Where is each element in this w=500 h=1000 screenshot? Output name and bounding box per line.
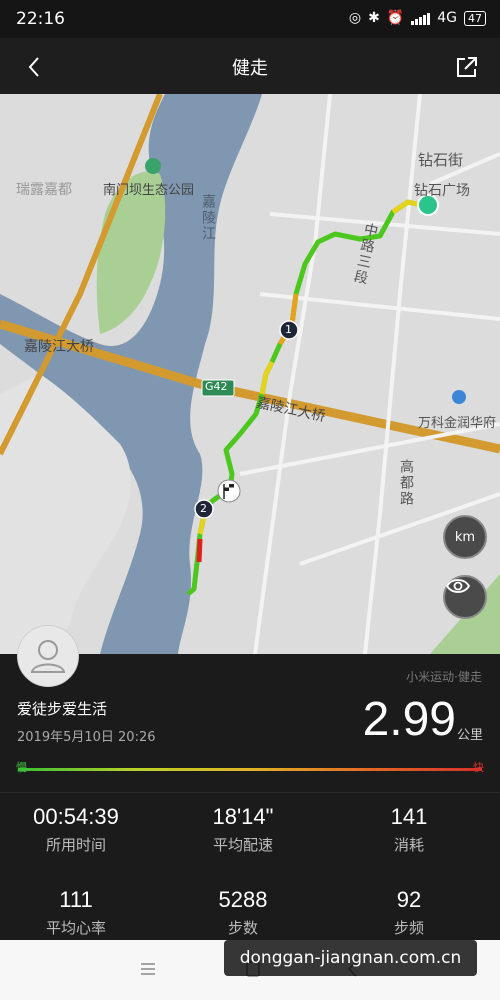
status-bar: 22:16 ◎ ✱ ⏰ 4G 47 bbox=[0, 0, 500, 38]
stat-heart-rate: 111 平均心率 bbox=[6, 887, 146, 938]
stat-label: 消耗 bbox=[393, 836, 424, 854]
eye-icon bbox=[445, 579, 471, 593]
status-time: 22:16 bbox=[16, 9, 65, 29]
map-label-park: 南门坝生态公园 bbox=[103, 183, 195, 198]
stat-avg-pace: 18'14" 平均配速 bbox=[173, 804, 313, 855]
menu-icon bbox=[141, 963, 155, 975]
stat-value: 00:54:39 bbox=[33, 804, 119, 829]
map-label-road-bottom: 高都路 bbox=[398, 459, 414, 507]
pace-fast-label: 快 bbox=[473, 761, 484, 774]
watermark: donggan-jiangnan.com.cn bbox=[224, 940, 477, 976]
alarm-icon: ⏰ bbox=[386, 10, 405, 26]
stat-value: 141 bbox=[390, 804, 428, 829]
distance-unit: 公里 bbox=[456, 728, 483, 743]
map-label-poi: 万科金润华府 bbox=[418, 416, 497, 431]
hotspot-icon: ◎ bbox=[348, 10, 362, 26]
stat-value: 92 bbox=[396, 887, 422, 912]
stat-label: 平均心率 bbox=[45, 919, 106, 937]
route-map[interactable]: 钻石街 钻石广场 南门坝生态公园 瑞露嘉都 嘉陵江 嘉陵江大桥 嘉陵江大桥 G4… bbox=[0, 94, 500, 654]
avatar[interactable] bbox=[17, 625, 79, 687]
divider bbox=[0, 792, 500, 793]
share-icon bbox=[457, 57, 477, 77]
stat-value: 5288 bbox=[218, 887, 268, 912]
map-label-plaza: 钻石广场 bbox=[414, 183, 470, 199]
stat-label: 所用时间 bbox=[45, 836, 106, 854]
map-label-river: 嘉陵江 bbox=[200, 194, 216, 242]
status-icons: ◎ ✱ ⏰ 4G 47 bbox=[349, 10, 486, 26]
km-label: km bbox=[454, 529, 476, 545]
map-label-bridge-left: 嘉陵江大桥 bbox=[24, 339, 94, 355]
lap-marker-1-label: 1 bbox=[285, 323, 292, 336]
user-icon bbox=[30, 640, 66, 673]
stat-label: 步数 bbox=[227, 919, 258, 937]
map-label-street: 钻石街 bbox=[418, 151, 464, 169]
page-title: 健走 bbox=[232, 58, 268, 79]
unit-km-button[interactable]: km bbox=[443, 515, 487, 559]
share-button[interactable] bbox=[450, 50, 484, 84]
network-type: 4G bbox=[437, 10, 457, 26]
signal-icon bbox=[411, 11, 431, 25]
bluetooth-icon: ✱ bbox=[368, 10, 380, 26]
stat-value: 18'14" bbox=[212, 804, 274, 829]
pace-slow-label: 慢 bbox=[16, 761, 27, 774]
data-source: 小米运动·健走 bbox=[406, 670, 482, 684]
stat-calories: 141 消耗 bbox=[339, 804, 479, 855]
visibility-toggle-button[interactable] bbox=[443, 575, 487, 619]
distance-value: 2.99 bbox=[362, 693, 456, 746]
stat-value: 111 bbox=[59, 887, 93, 912]
map-label-area-left: 瑞露嘉都 bbox=[16, 182, 72, 198]
pace-color-bar bbox=[18, 768, 482, 771]
lap-marker-2-label: 2 bbox=[200, 502, 207, 515]
battery-indicator: 47 bbox=[464, 10, 486, 26]
title-bar: 健走 bbox=[0, 38, 500, 94]
stat-duration: 00:54:39 所用时间 bbox=[6, 804, 146, 855]
activity-datetime: 2019年5月10日 20:26 bbox=[17, 730, 156, 745]
stat-steps: 5288 步数 bbox=[173, 887, 313, 938]
menu-nav-button[interactable] bbox=[135, 958, 161, 980]
stat-cadence: 92 步频 bbox=[339, 887, 479, 938]
highway-badge: G42 bbox=[205, 380, 228, 393]
map-canvas bbox=[0, 94, 500, 654]
stat-label: 平均配速 bbox=[212, 836, 273, 854]
summary-panel: 小米运动·健走 爱徒步爱生活 2019年5月10日 20:26 2.99 公里 … bbox=[0, 654, 500, 940]
user-name: 爱徒步爱生活 bbox=[17, 700, 108, 718]
stat-label: 步频 bbox=[393, 919, 424, 937]
